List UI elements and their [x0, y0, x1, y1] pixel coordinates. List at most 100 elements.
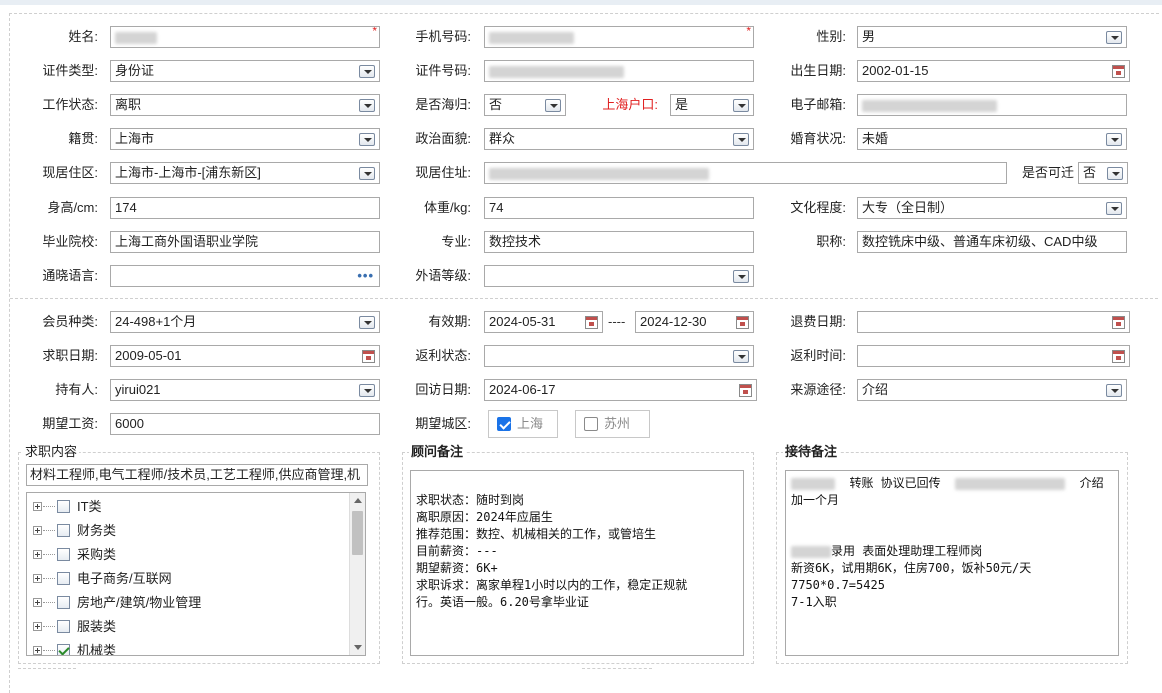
source-label: 来源途径:: [790, 382, 846, 397]
expand-icon[interactable]: [33, 502, 42, 511]
weight-input[interactable]: 74: [484, 197, 754, 219]
scroll-up-icon[interactable]: [354, 498, 362, 503]
language-picker[interactable]: •••: [110, 265, 380, 287]
redacted-name: [955, 477, 1066, 490]
tree-scrollbar[interactable]: [349, 493, 365, 655]
chevron-down-icon[interactable]: [1107, 167, 1123, 180]
expand-icon[interactable]: [33, 574, 42, 583]
calendar-icon[interactable]: [1112, 350, 1125, 363]
id-type-label: 证件类型:: [42, 63, 98, 78]
valid-from-input[interactable]: 2024-05-31: [484, 311, 603, 333]
scroll-down-icon[interactable]: [354, 645, 362, 650]
source-select[interactable]: 介绍: [857, 379, 1127, 401]
calendar-icon[interactable]: [585, 316, 598, 329]
hukou-select[interactable]: 是: [670, 94, 754, 116]
city-option-suzhou[interactable]: 苏州: [575, 410, 650, 438]
marital-select[interactable]: 未婚: [857, 128, 1127, 150]
gender-select[interactable]: 男: [857, 26, 1127, 48]
valid-to-input[interactable]: 2024-12-30: [635, 311, 754, 333]
tree-checkbox[interactable]: [57, 524, 70, 537]
school-input[interactable]: 上海工商外国语职业学院: [110, 231, 380, 253]
chevron-down-icon[interactable]: [733, 99, 749, 112]
id-type-select[interactable]: 身份证: [110, 60, 380, 82]
chevron-down-icon[interactable]: [733, 270, 749, 283]
hukou-value: 是: [675, 97, 689, 112]
native-value: 上海市: [115, 131, 155, 146]
name-input[interactable]: *: [110, 26, 380, 48]
calendar-icon[interactable]: [739, 384, 752, 397]
chevron-down-icon[interactable]: [359, 133, 375, 146]
chevron-down-icon[interactable]: [545, 99, 561, 112]
city-option-shanghai[interactable]: 上海: [488, 410, 558, 438]
member-type-select[interactable]: 24-498+1个月: [110, 311, 380, 333]
calendar-icon[interactable]: [362, 350, 375, 363]
rebate-time-input[interactable]: [857, 345, 1130, 367]
calendar-icon[interactable]: [1112, 65, 1125, 78]
chevron-down-icon[interactable]: [359, 99, 375, 112]
title-label: 职称:: [816, 234, 846, 249]
title-input[interactable]: 数控铣床中级、普通车床初级、CAD中级: [857, 231, 1127, 253]
chevron-down-icon[interactable]: [1106, 31, 1122, 44]
phone-input[interactable]: *: [484, 26, 754, 48]
id-no-input[interactable]: [484, 60, 754, 82]
expand-icon[interactable]: [33, 646, 42, 655]
tree-checkbox-checked[interactable]: [57, 644, 70, 655]
chevron-down-icon[interactable]: [1106, 133, 1122, 146]
email-input[interactable]: [857, 94, 1127, 116]
weight-label: 体重/kg:: [424, 200, 471, 215]
foreign-level-select[interactable]: [484, 265, 754, 287]
chevron-down-icon[interactable]: [733, 133, 749, 146]
expand-icon[interactable]: [33, 598, 42, 607]
holder-select[interactable]: yirui021: [110, 379, 380, 401]
tree-checkbox[interactable]: [57, 500, 70, 513]
tree-checkbox[interactable]: [57, 572, 70, 585]
chevron-down-icon[interactable]: [1106, 384, 1122, 397]
advisor-notes-textarea[interactable]: 求职状态：随时到岗 离职原因：2024年应届生 推荐范围：数控、机械相关的工作，或管…: [410, 470, 744, 656]
more-icon[interactable]: •••: [357, 266, 374, 286]
chevron-down-icon[interactable]: [359, 384, 375, 397]
tree-item-label: 采购类: [77, 547, 117, 562]
height-input[interactable]: 174: [110, 197, 380, 219]
education-select[interactable]: 大专（全日制）: [857, 197, 1127, 219]
refund-date-input[interactable]: [857, 311, 1130, 333]
birth-date-input[interactable]: 2002-01-15: [857, 60, 1130, 82]
work-status-select[interactable]: 离职: [110, 94, 380, 116]
checkbox-unchecked-icon[interactable]: [584, 416, 598, 431]
job-date-input[interactable]: 2009-05-01: [110, 345, 380, 367]
chevron-down-icon[interactable]: [733, 350, 749, 363]
rebate-status-select[interactable]: [484, 345, 754, 367]
address-input[interactable]: [484, 162, 1007, 184]
visit-date-input[interactable]: 2024-06-17: [484, 379, 757, 401]
relocate-select[interactable]: 否: [1078, 162, 1128, 184]
reception-notes-textarea[interactable]: 转账 协议已回传 介绍 加一个月 录用 表面处理助理工程师岗 新资6K，试用期6K，住…: [785, 470, 1119, 656]
job-content-legend: 求职内容: [23, 444, 80, 459]
job-content-input[interactable]: 材料工程师,电气工程师/技术员,工艺工程师,供应商管理,机: [26, 464, 368, 486]
overseas-select[interactable]: 否: [484, 94, 566, 116]
district-select[interactable]: 上海市-上海市-[浦东新区]: [110, 162, 380, 184]
city-option-label: 上海: [517, 416, 544, 431]
scroll-thumb[interactable]: [352, 511, 363, 555]
major-input[interactable]: 数控技术: [484, 231, 754, 253]
expand-icon[interactable]: [33, 550, 42, 559]
visit-date-label: 回访日期:: [415, 382, 471, 397]
political-select[interactable]: 群众: [484, 128, 754, 150]
salary-input[interactable]: 6000: [110, 413, 380, 435]
tree-checkbox[interactable]: [57, 548, 70, 561]
tree-checkbox[interactable]: [57, 620, 70, 633]
expand-icon[interactable]: [33, 622, 42, 631]
chevron-down-icon[interactable]: [359, 316, 375, 329]
chevron-down-icon[interactable]: [359, 65, 375, 78]
rebate-status-label: 返利状态:: [415, 348, 471, 363]
calendar-icon[interactable]: [1112, 316, 1125, 329]
checkbox-checked-icon[interactable]: [497, 416, 511, 431]
tree-item-label: 机械类: [77, 643, 117, 656]
date-range-separator: ----: [608, 314, 626, 329]
chevron-down-icon[interactable]: [359, 167, 375, 180]
native-label: 籍贯:: [68, 131, 98, 146]
calendar-icon[interactable]: [736, 316, 749, 329]
expand-icon[interactable]: [33, 526, 42, 535]
valid-from-value: 2024-05-31: [489, 314, 556, 329]
chevron-down-icon[interactable]: [1106, 202, 1122, 215]
tree-checkbox[interactable]: [57, 596, 70, 609]
native-select[interactable]: 上海市: [110, 128, 380, 150]
